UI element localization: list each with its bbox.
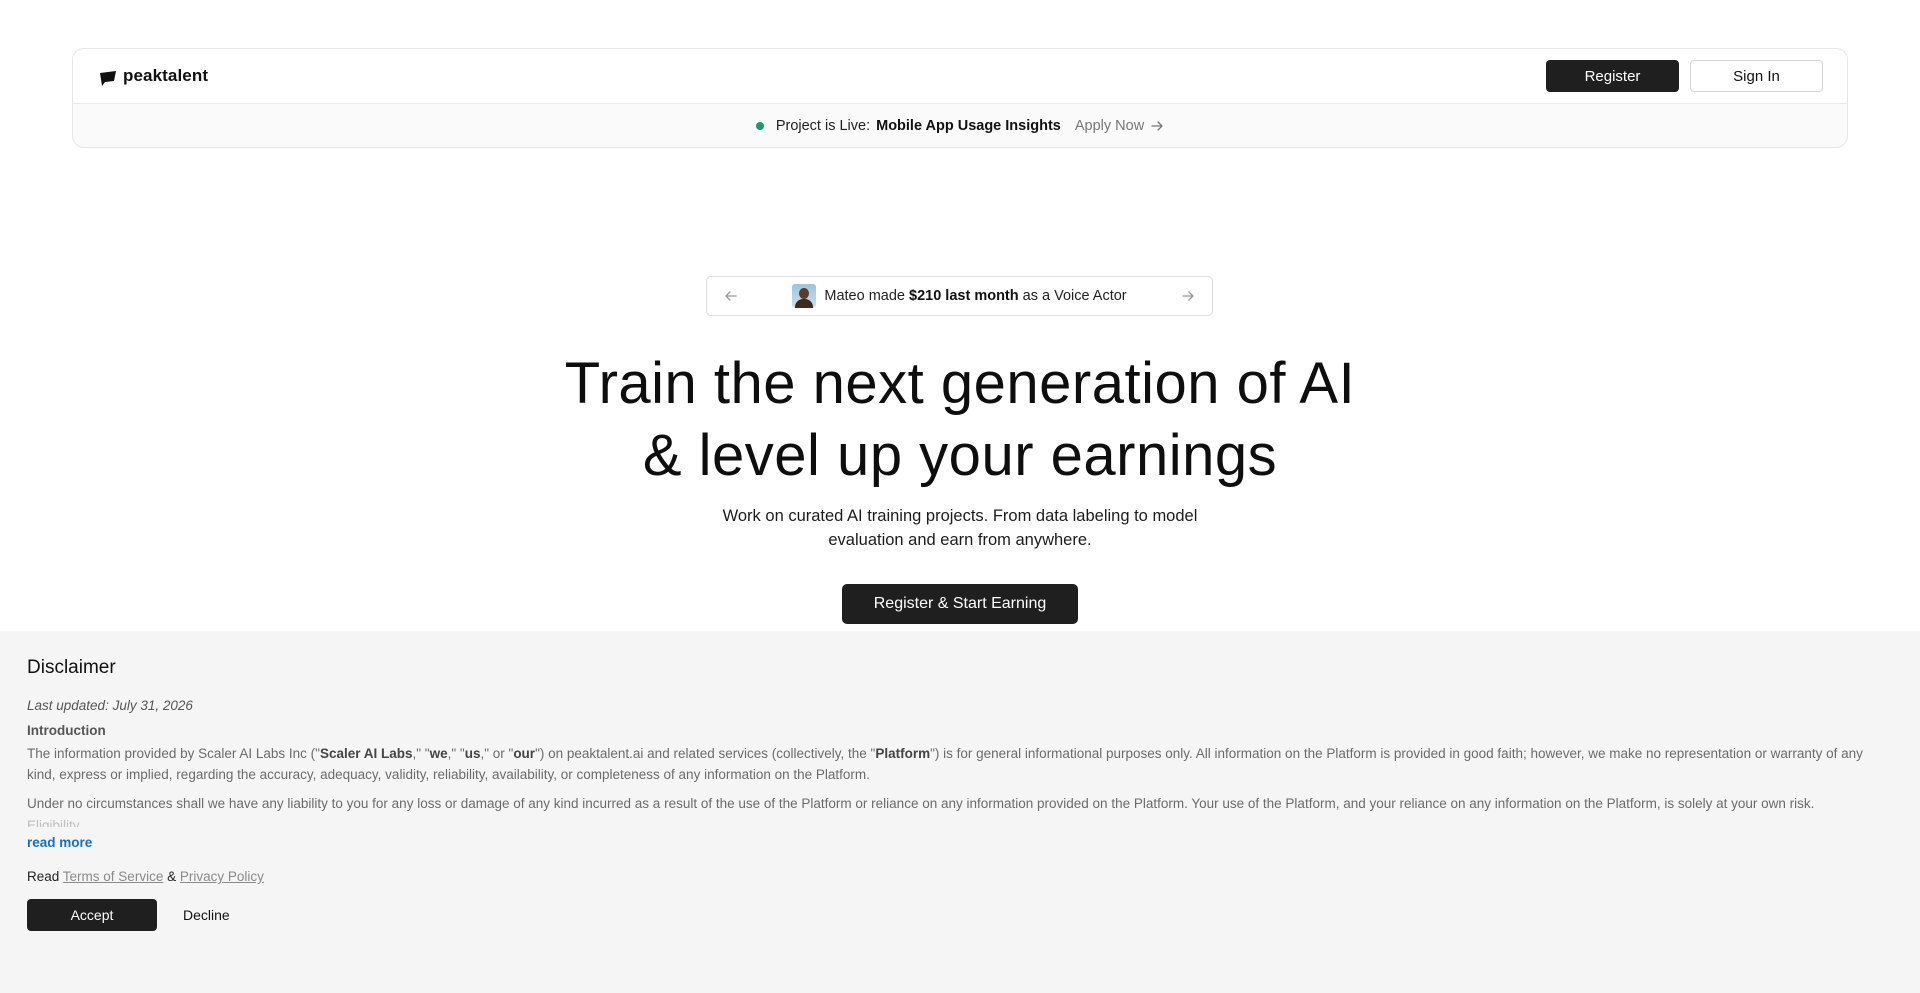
register-button[interactable]: Register [1546,60,1679,92]
ticker-next-button[interactable] [1180,288,1196,304]
ticker-prev-button[interactable] [723,288,739,304]
announcement-bar: Project is Live: Mobile App Usage Insigh… [73,104,1847,147]
register-start-earning-button[interactable]: Register & Start Earning [842,584,1078,624]
avatar [792,284,817,308]
terms-of-service-link[interactable]: Terms of Service [63,869,164,884]
ticker-suffix: as a Voice Actor [1022,288,1127,304]
announcement-prefix: Project is Live: [775,118,871,134]
brand-name: peaktalent [123,66,209,85]
arrow-left-icon [725,291,737,301]
ticker-name-text: Mateo made [824,288,905,304]
page: peaktalent Register Sign In Project is L… [0,0,1920,993]
disclaimer-paragraph-1: The information provided by Scaler AI La… [27,746,1863,782]
and-separator: & [167,869,177,884]
disclaimer-actions: Accept Decline [27,899,1893,931]
site-header: peaktalent Register Sign In Project is L… [72,48,1848,148]
disclaimer-title: Disclaimer [27,657,116,678]
disclaimer-panel: Disclaimer Last updated: July 31, 2026 I… [0,631,1920,993]
privacy-policy-link[interactable]: Privacy Policy [180,869,264,884]
decline-button[interactable]: Decline [183,907,230,923]
disclaimer-section-introduction: Introduction [27,723,106,738]
accept-button[interactable]: Accept [27,899,157,931]
read-more-link[interactable]: read more [27,835,92,850]
earnings-ticker: Mateo made $210 last month as a Voice Ac… [706,276,1213,316]
hero-title-line-2: & level up your earnings [642,423,1278,488]
navbar: peaktalent Register Sign In [73,49,1847,104]
disclaimer-faded-heading: Eligibility [27,818,80,827]
live-status-dot [755,122,764,130]
read-prefix: Read [27,869,60,884]
announcement-project-name: Mobile App Usage Insights [876,118,1061,134]
nav-actions: Register Sign In [1546,60,1823,92]
hero-title: Train the next generation of AI & level … [0,348,1920,492]
brand-link[interactable]: peaktalent [97,65,208,87]
disclaimer-last-updated: Last updated: July 31, 2026 [27,698,193,713]
peaktalent-logo-icon [97,65,119,87]
disclaimer-paragraph-2: Under no circumstances shall we have any… [27,796,1815,811]
hero-title-line-1: Train the next generation of AI [564,351,1356,416]
policy-links: Read Terms of Service & Privacy Policy [27,869,1893,884]
sign-in-button[interactable]: Sign In [1690,60,1823,92]
apply-now-link[interactable]: Apply Now [1075,118,1164,134]
hero-subtitle: Work on curated AI training projects. Fr… [700,504,1220,552]
ticker-amount: $210 last month [909,288,1019,304]
arrow-right-icon [1151,121,1163,131]
apply-now-label: Apply Now [1074,118,1145,134]
arrow-right-icon [1182,291,1194,301]
hero-subtitle-line-1: Work on curated AI training projects. Fr… [722,507,1198,525]
ticker-message: Mateo made $210 last month as a Voice Ac… [792,284,1127,308]
hero-subtitle-line-2: evaluation and earn from anywhere. [828,531,1092,549]
